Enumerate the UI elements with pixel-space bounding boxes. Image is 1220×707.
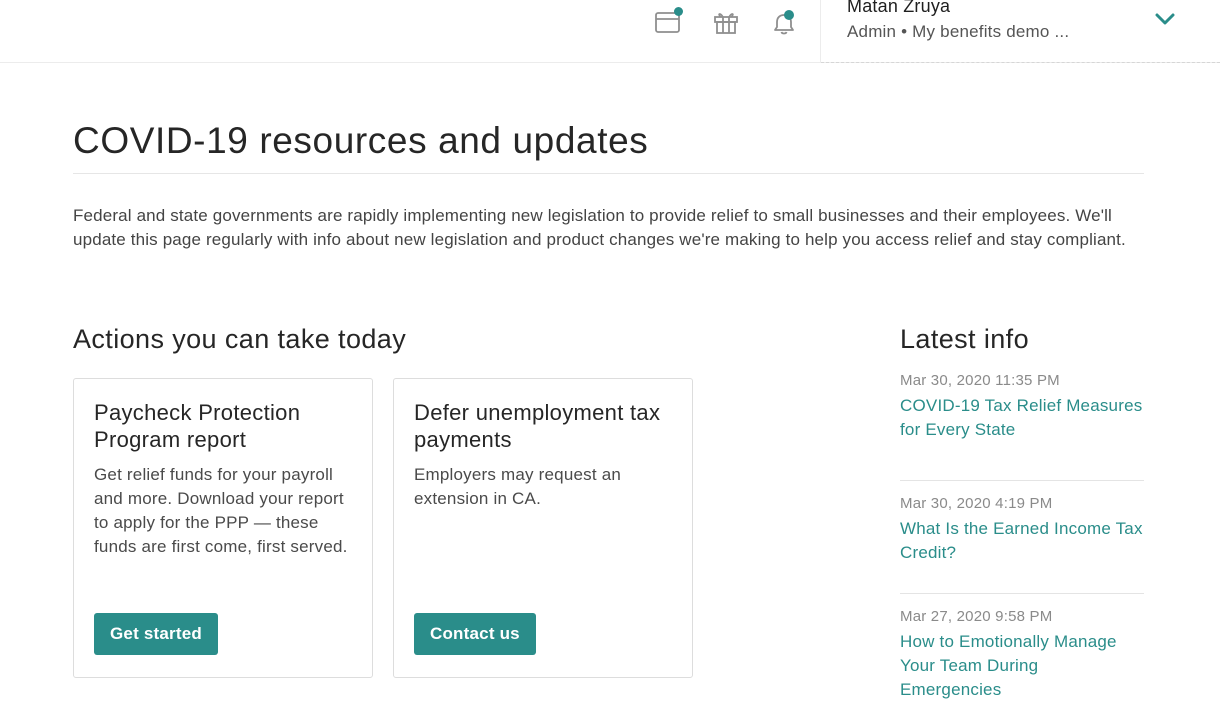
account-menu[interactable]: Matan Zruya Admin • My benefits demo ... [820, 0, 1220, 63]
user-name: Matan Zruya [847, 0, 951, 16]
latest-info-list: Mar 30, 2020 11:35 PM COVID-19 Tax Relie… [900, 368, 1144, 707]
list-item: Mar 27, 2020 9:58 PM How to Emotionally … [900, 594, 1144, 707]
actions-heading: Actions you can take today [73, 324, 407, 354]
news-link[interactable]: COVID-19 Tax Relief Measures for Every S… [900, 394, 1144, 442]
get-started-button[interactable]: Get started [94, 613, 218, 655]
card-description: Employers may request an extension in CA… [414, 465, 621, 508]
latest-info-heading: Latest info [900, 324, 1029, 354]
title-divider [73, 173, 1144, 174]
card-title: Defer unemployment tax payments [414, 400, 661, 452]
card-description: Get relief funds for your payroll and mo… [94, 465, 348, 556]
news-date: Mar 30, 2020 11:35 PM [900, 372, 1060, 389]
calendar-button[interactable] [653, 7, 683, 38]
news-link[interactable]: How to Emotionally Manage Your Team Duri… [900, 630, 1144, 702]
intro-text: Federal and state governments are rapidl… [73, 206, 1126, 249]
defer-unemployment-tax-card: Defer unemployment tax payments Employer… [393, 378, 693, 678]
chevron-down-icon[interactable] [1155, 12, 1175, 31]
ppp-report-card: Paycheck Protection Program report Get r… [73, 378, 373, 678]
gift-icon [711, 8, 741, 38]
news-link[interactable]: What Is the Earned Income Tax Credit? [900, 517, 1144, 565]
contact-us-button[interactable]: Contact us [414, 613, 536, 655]
calendar-notification-dot [674, 7, 683, 16]
news-date: Mar 30, 2020 4:19 PM [900, 495, 1053, 512]
list-item: Mar 30, 2020 4:19 PM What Is the Earned … [900, 481, 1144, 594]
news-date: Mar 27, 2020 9:58 PM [900, 608, 1053, 625]
user-role-company: Admin • My benefits demo ... [847, 22, 1070, 41]
gift-button[interactable] [711, 8, 741, 38]
page-title: COVID-19 resources and updates [73, 120, 649, 161]
list-item: Mar 30, 2020 11:35 PM COVID-19 Tax Relie… [900, 368, 1144, 481]
notifications-button[interactable] [769, 8, 799, 38]
bell-notification-dot [784, 10, 794, 20]
header-divider [821, 62, 1220, 63]
card-title: Paycheck Protection Program report [94, 400, 301, 452]
top-bar: Matan Zruya Admin • My benefits demo ... [0, 0, 1220, 63]
